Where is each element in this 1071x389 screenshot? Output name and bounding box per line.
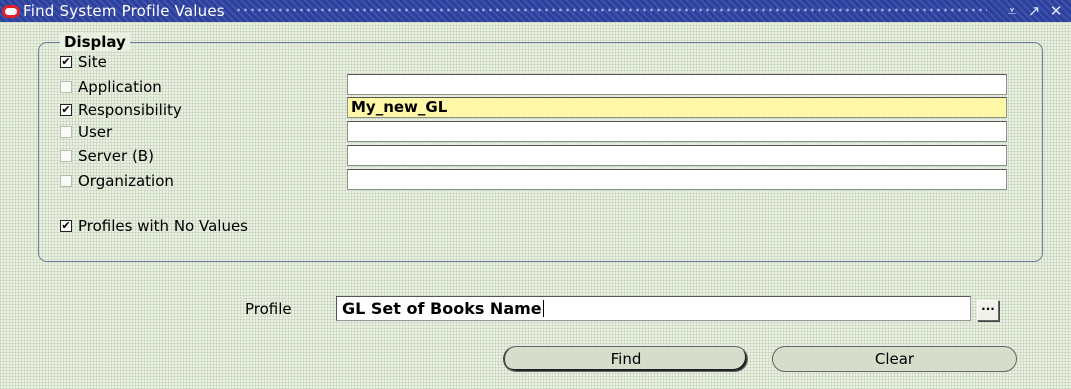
- organization-label: Organization: [78, 172, 174, 190]
- server-label: Server (B): [78, 147, 154, 165]
- organization-checkbox[interactable]: [60, 175, 72, 187]
- list-of-values-button[interactable]: ···: [977, 300, 999, 321]
- responsibility-checkbox[interactable]: ✔: [60, 104, 72, 116]
- profiles-no-values-label: Profiles with No Values: [78, 217, 248, 235]
- user-checkbox[interactable]: [60, 126, 72, 138]
- user-field[interactable]: [347, 121, 1007, 142]
- window-titlebar[interactable]: Find System Profile Values ⩡ ↗ ✕: [0, 0, 1071, 22]
- organization-checkbox-row[interactable]: Organization: [60, 171, 174, 191]
- profiles-no-values-row[interactable]: ✔ Profiles with No Values: [60, 216, 248, 236]
- responsibility-field[interactable]: My_new_GL: [347, 97, 1007, 118]
- oracle-app-icon: [2, 4, 20, 18]
- profile-label: Profile: [245, 300, 292, 318]
- user-checkbox-row[interactable]: User: [60, 122, 112, 142]
- organization-field[interactable]: [347, 169, 1007, 190]
- site-checkbox-row[interactable]: ✔ Site: [60, 52, 107, 72]
- application-checkbox[interactable]: [60, 81, 72, 93]
- user-label: User: [78, 123, 113, 141]
- window-title: Find System Profile Values: [23, 2, 225, 20]
- site-checkbox[interactable]: ✔: [60, 56, 72, 68]
- find-button[interactable]: Find: [503, 346, 748, 372]
- titlebar-pattern: [234, 6, 987, 16]
- server-field[interactable]: [347, 145, 1007, 166]
- site-label: Site: [78, 53, 107, 71]
- text-caret: [542, 300, 544, 317]
- application-checkbox-row[interactable]: Application: [60, 77, 162, 97]
- responsibility-label: Responsibility: [78, 101, 182, 119]
- responsibility-checkbox-row[interactable]: ✔ Responsibility: [60, 100, 182, 120]
- profiles-no-values-checkbox[interactable]: ✔: [60, 220, 72, 232]
- profile-input-value: GL Set of Books Name: [342, 299, 542, 318]
- maximize-icon[interactable]: ↗: [1023, 2, 1045, 20]
- server-checkbox[interactable]: [60, 150, 72, 162]
- profile-input[interactable]: GL Set of Books Name: [336, 296, 971, 321]
- minimize-icon[interactable]: ⩡: [1001, 2, 1023, 20]
- display-group-legend: Display: [60, 33, 130, 51]
- server-checkbox-row[interactable]: Server (B): [60, 146, 154, 166]
- clear-button[interactable]: Clear: [772, 346, 1017, 372]
- close-icon[interactable]: ✕: [1045, 2, 1067, 20]
- application-label: Application: [78, 78, 162, 96]
- application-field[interactable]: [347, 74, 1007, 95]
